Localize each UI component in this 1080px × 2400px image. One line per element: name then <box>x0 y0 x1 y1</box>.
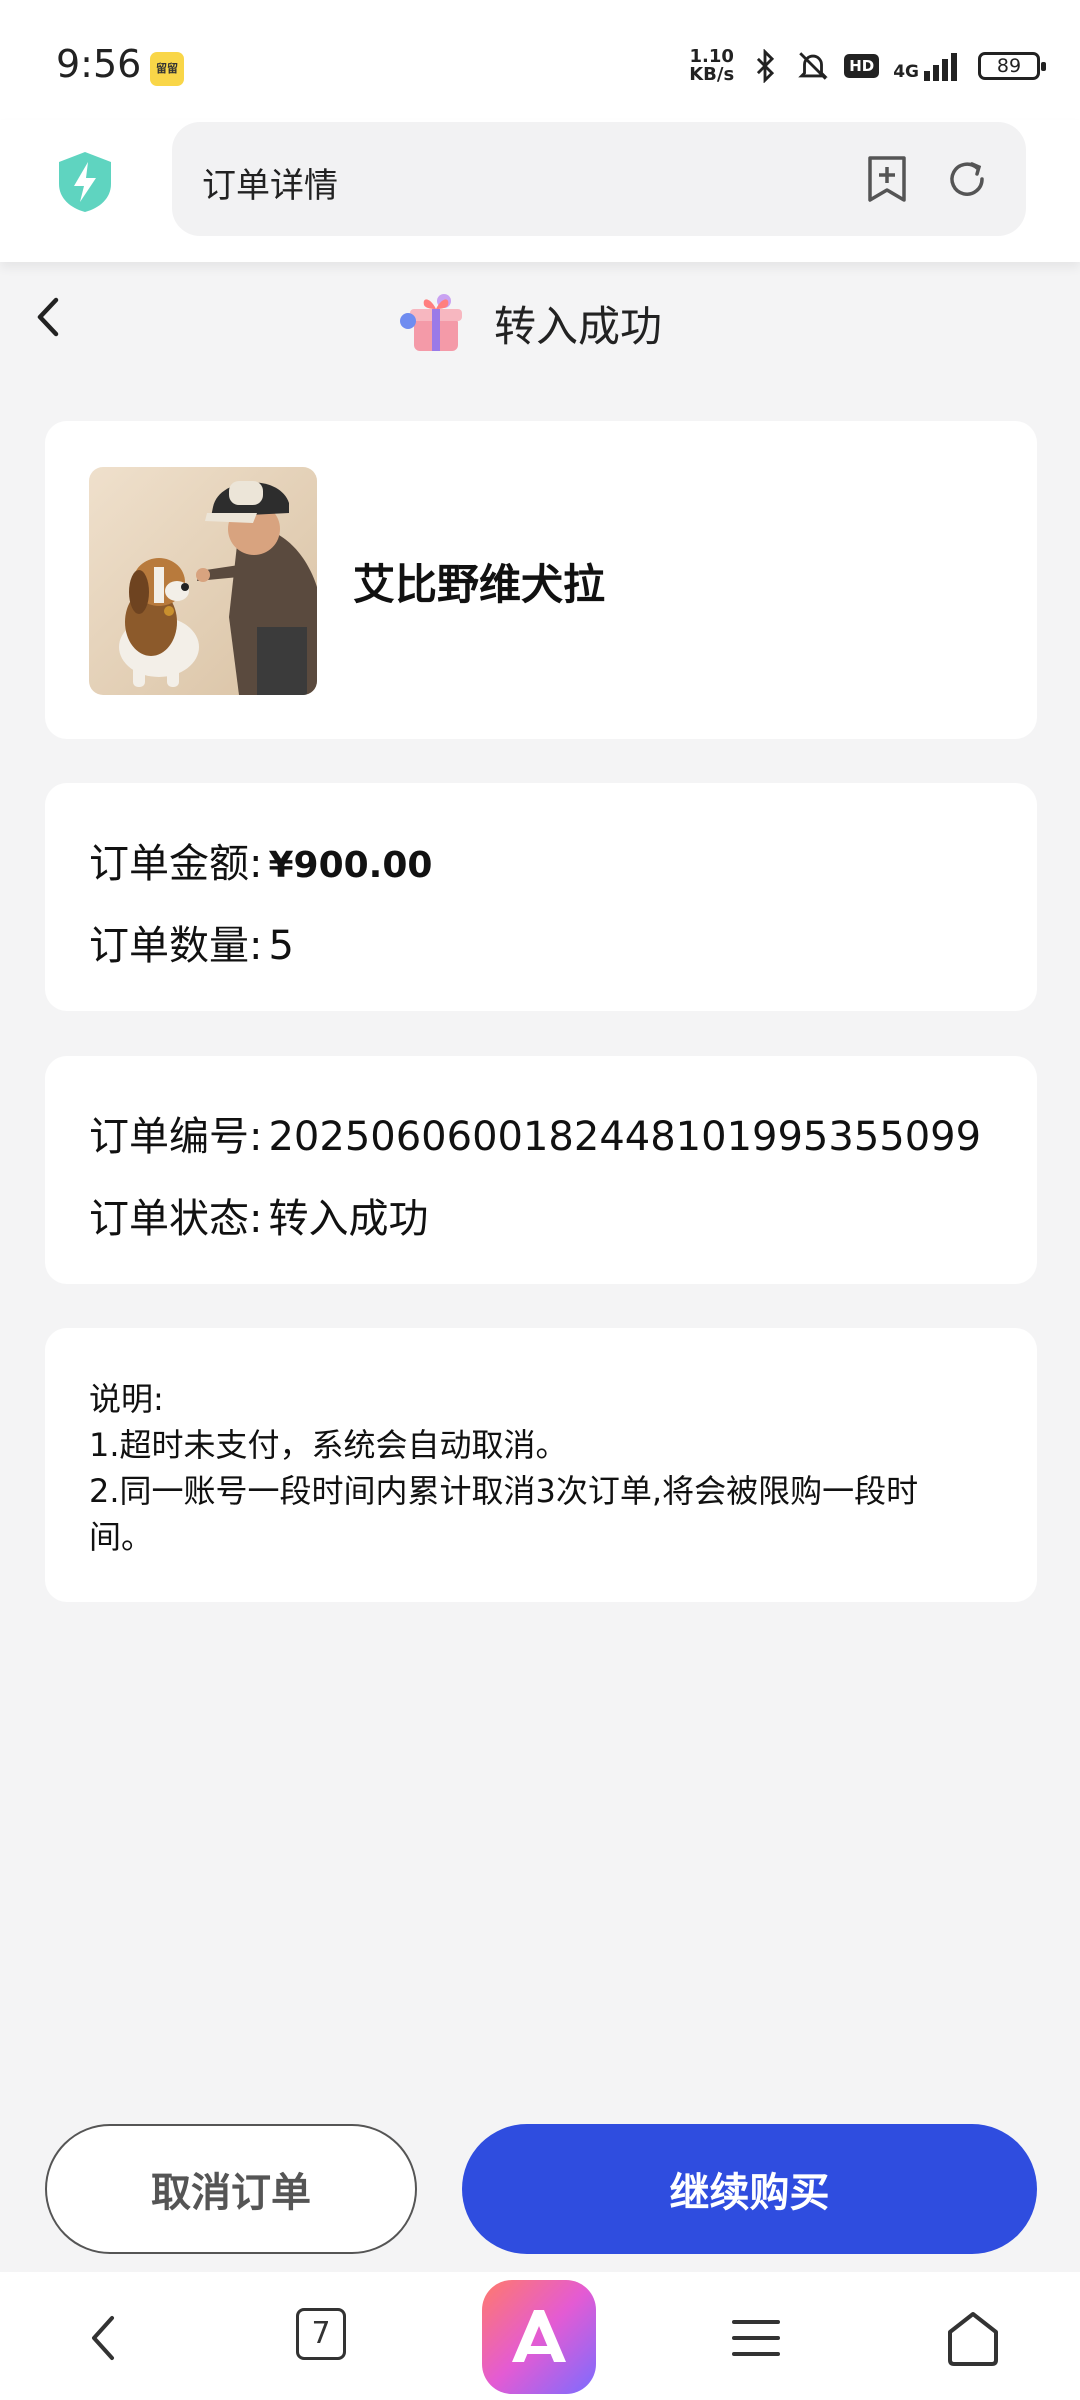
order-number-label: 订单编号: <box>89 1114 263 1160</box>
mute-bell-icon <box>798 52 828 80</box>
cancel-order-button[interactable]: 取消订单 <box>45 2124 417 2254</box>
notice-title: 说明: <box>89 1380 164 1418</box>
status-time: 9:56 <box>56 42 142 86</box>
order-number-row: 订单编号: 2025060600182448101995355099 <box>89 1104 981 1162</box>
hd-badge: HD <box>844 54 880 78</box>
battery-indicator: 89 <box>978 52 1046 80</box>
signal-indicator: 4G <box>893 51 964 81</box>
order-status-value: 转入成功 <box>268 1196 429 1242</box>
order-info-card: 订单编号: 2025060600182448101995355099 订单状态:… <box>45 1056 1037 1284</box>
shield-bolt-icon[interactable] <box>56 150 114 214</box>
page-title: 转入成功 <box>494 301 663 351</box>
back-arrow-icon[interactable] <box>26 292 70 342</box>
browser-toolbar: 订单详情 <box>0 120 1080 262</box>
amount-row: 订单金额: ¥900.00 <box>89 831 432 889</box>
order-detail-screen: 9:56 留留 1.10 KB/s HD 4G 89 订单详情 转入成功 艾比野… <box>0 0 1080 2400</box>
notice-line-3: 间。 <box>89 1518 154 1556</box>
order-status-row: 订单状态: 转入成功 <box>89 1186 428 1244</box>
order-status-label: 订单状态: <box>89 1196 263 1242</box>
notification-app-icon: 留留 <box>150 52 184 86</box>
order-number-value[interactable]: 2025060600182448101995355099 <box>268 1114 981 1160</box>
product-image <box>89 467 317 695</box>
network-type: 4G <box>893 62 919 82</box>
address-text: 订单详情 <box>202 166 338 206</box>
amount-label: 订单金额: <box>89 841 263 887</box>
status-bar: 9:56 留留 1.10 KB/s HD 4G 89 <box>0 0 1080 120</box>
product-card: 艾比野维犬拉 <box>45 421 1037 739</box>
status-indicators: 1.10 KB/s HD 4G 89 <box>689 44 1046 88</box>
quantity-row: 订单数量: 5 <box>89 913 294 971</box>
product-name: 艾比野维犬拉 <box>353 560 606 609</box>
gift-box-icon <box>400 294 462 351</box>
tab-count: 7 <box>296 2308 346 2360</box>
notice-line-2: 2.同一账号一段时间内累计取消3次订单,将会被限购一段时 <box>89 1472 919 1510</box>
page-header: 转入成功 <box>0 262 1080 382</box>
quantity-value: 5 <box>268 923 294 969</box>
home-icon[interactable] <box>944 2308 1002 2368</box>
ai-logo-icon <box>512 2310 566 2362</box>
ai-assistant-button[interactable] <box>482 2280 596 2394</box>
header-title-group: 转入成功 <box>400 288 662 358</box>
address-bar[interactable]: 订单详情 <box>172 122 1026 236</box>
menu-icon[interactable] <box>730 2308 782 2368</box>
tabs-button[interactable]: 7 <box>296 2308 350 2368</box>
amount-value: ¥900.00 <box>268 845 433 886</box>
amount-card: 订单金额: ¥900.00 订单数量: 5 <box>45 783 1037 1011</box>
net-speed: 1.10 KB/s <box>689 48 734 84</box>
bluetooth-icon <box>757 49 775 83</box>
quantity-label: 订单数量: <box>89 923 263 969</box>
refresh-icon[interactable] <box>944 156 990 202</box>
product-thumbnail <box>89 467 317 695</box>
net-speed-unit: KB/s <box>689 64 735 85</box>
add-bookmark-icon[interactable] <box>864 154 910 204</box>
continue-buying-button[interactable]: 继续购买 <box>462 2124 1037 2254</box>
nav-back-icon[interactable] <box>82 2308 126 2368</box>
notice-card: 说明: 1.超时未支付，系统会自动取消。 2.同一账号一段时间内累计取消3次订单… <box>45 1328 1037 1602</box>
signal-bars-icon <box>924 53 957 81</box>
notice-line-1: 1.超时未支付，系统会自动取消。 <box>89 1426 568 1464</box>
